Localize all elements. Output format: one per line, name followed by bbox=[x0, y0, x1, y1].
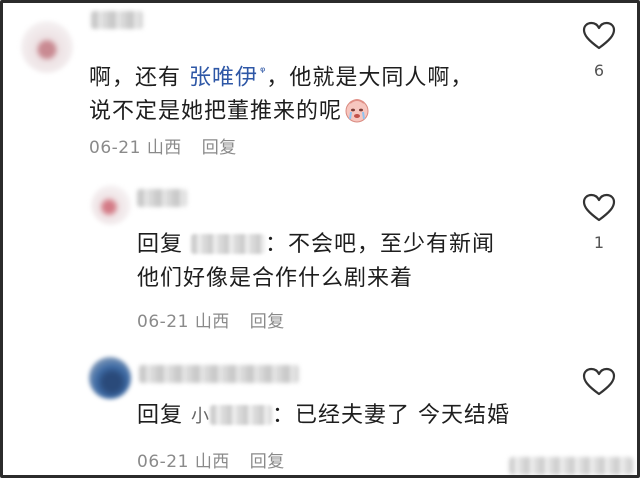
comment-text-part: ，他就是大同人啊， bbox=[266, 65, 474, 91]
comment-text-line: 说不定是她把董推来的呢 bbox=[89, 99, 343, 125]
username-blurred[interactable] bbox=[91, 11, 143, 29]
comment-location: 山西 bbox=[146, 138, 182, 158]
replied-username-blurred[interactable] bbox=[191, 234, 266, 254]
heart-outline-icon bbox=[582, 367, 616, 396]
comment-text-part: ：不会吧，至少有新闻 bbox=[265, 232, 496, 257]
reply-button[interactable]: 回复 bbox=[250, 312, 285, 332]
comment-meta: 06-21 山西 回复 bbox=[89, 133, 237, 158]
comment-meta: 06-21 山西 回复 bbox=[137, 307, 285, 332]
user-mention-link[interactable]: 张唯伊 bbox=[189, 65, 258, 90]
reply-button[interactable]: 回复 bbox=[250, 452, 285, 472]
heart-outline-icon bbox=[582, 193, 616, 222]
watermark-blurred bbox=[509, 457, 633, 475]
comment-text: 回复 小 ：已经夫妻了 今天结婚 bbox=[137, 399, 510, 434]
username-blurred[interactable] bbox=[137, 189, 187, 207]
replied-username-blurred[interactable] bbox=[210, 405, 273, 425]
heart-outline-icon bbox=[582, 21, 616, 50]
avatar[interactable] bbox=[91, 185, 131, 225]
like-button[interactable]: 6 bbox=[579, 21, 619, 80]
replied-username-visible[interactable]: 小 bbox=[191, 406, 210, 427]
reply-prefix: 回复 bbox=[137, 403, 184, 428]
crying-face-emoji bbox=[345, 99, 369, 123]
comment-thread: 啊，还有 张唯伊 ᵠ，他就是大同人啊， 说不定是她把董推来的呢 06-21 山西 … bbox=[0, 0, 640, 478]
reply-prefix: 回复 bbox=[137, 232, 184, 257]
comment-meta: 06-21 山西 回复 bbox=[137, 447, 285, 472]
comment-text: 啊，还有 张唯伊 ᵠ，他就是大同人啊， 说不定是她把董推来的呢 bbox=[89, 56, 473, 129]
like-button[interactable] bbox=[579, 367, 619, 397]
username-blurred[interactable] bbox=[139, 365, 299, 383]
comment-date: 06-21 bbox=[89, 138, 141, 158]
avatar[interactable] bbox=[89, 357, 131, 399]
comment-location: 山西 bbox=[194, 312, 230, 332]
like-count: 1 bbox=[593, 233, 605, 252]
comment-text-part: ：已经夫妻了 今天结婚 bbox=[272, 403, 511, 428]
comment-text-part: 啊，还有 bbox=[89, 65, 189, 91]
comment-text-line: 他们好像是合作什么剧来着 bbox=[137, 266, 414, 291]
comment-text: 回复 ：不会吧，至少有新闻 他们好像是合作什么剧来着 bbox=[137, 228, 495, 296]
comment-location: 山西 bbox=[194, 452, 230, 472]
reply-button[interactable]: 回复 bbox=[202, 138, 237, 158]
like-button[interactable]: 1 bbox=[579, 193, 619, 252]
comment-date: 06-21 bbox=[137, 452, 189, 472]
comment-date: 06-21 bbox=[137, 312, 189, 332]
like-count: 6 bbox=[593, 61, 605, 80]
avatar[interactable] bbox=[21, 21, 73, 73]
